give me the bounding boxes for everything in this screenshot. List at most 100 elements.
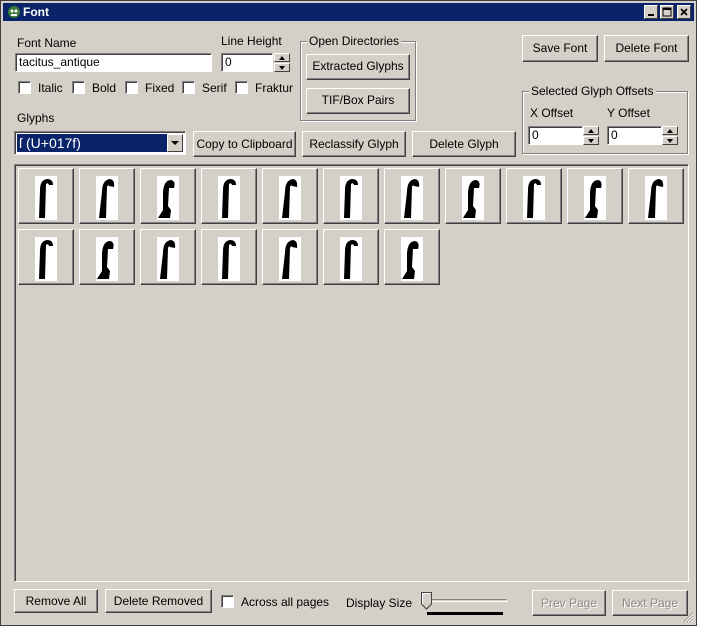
delete-font-button[interactable]: Delete Font xyxy=(604,35,689,62)
y-offset-label: Y Offset xyxy=(607,106,650,120)
glyph-tile[interactable] xyxy=(323,229,379,285)
glyph-select[interactable]: ſ (U+017f) xyxy=(14,131,186,155)
y-offset-spinner[interactable] xyxy=(662,126,678,145)
font-tool-icon xyxy=(8,6,20,18)
minimize-button[interactable] xyxy=(644,5,658,19)
copy-to-clipboard-button[interactable]: Copy to Clipboard xyxy=(193,131,296,157)
glyph-image xyxy=(35,176,57,220)
glyph-tile[interactable] xyxy=(384,168,440,224)
glyph-tile[interactable] xyxy=(445,168,501,224)
serif-label: Serif xyxy=(202,81,227,95)
spin-up-button[interactable] xyxy=(583,126,599,135)
glyph-tile[interactable] xyxy=(140,229,196,285)
slider-track xyxy=(423,599,507,602)
glyph-tile[interactable] xyxy=(79,229,135,285)
glyph-image xyxy=(279,176,301,220)
minimize-icon xyxy=(648,14,654,16)
glyph-tile[interactable] xyxy=(262,168,318,224)
glyph-tile[interactable] xyxy=(323,168,379,224)
glyph-image xyxy=(401,176,423,220)
arrow-down-icon xyxy=(588,139,594,143)
delete-glyph-button[interactable]: Delete Glyph xyxy=(412,131,516,157)
spin-down-button[interactable] xyxy=(583,136,599,145)
glyph-image xyxy=(523,176,545,220)
glyph-image xyxy=(340,176,362,220)
glyph-tile[interactable] xyxy=(79,168,135,224)
spin-up-button[interactable] xyxy=(274,53,290,62)
spin-down-button[interactable] xyxy=(662,136,678,145)
remove-all-button[interactable]: Remove All xyxy=(14,589,98,613)
x-offset-spinner[interactable] xyxy=(583,126,599,145)
prev-page-button[interactable]: Prev Page xyxy=(532,590,606,616)
maximize-icon xyxy=(662,7,672,17)
tif-box-pairs-button[interactable]: TIF/Box Pairs xyxy=(306,88,410,114)
glyph-image xyxy=(96,176,118,220)
glyph-image xyxy=(584,176,606,220)
glyph-grid xyxy=(14,164,689,582)
glyph-tile[interactable] xyxy=(628,168,684,224)
arrow-up-icon xyxy=(667,129,673,133)
glyph-select-dropdown[interactable] xyxy=(167,134,183,152)
glyph-tile[interactable] xyxy=(140,168,196,224)
glyph-image xyxy=(35,237,57,281)
title-bar[interactable]: Font xyxy=(3,3,694,21)
save-font-button[interactable]: Save Font xyxy=(522,35,598,62)
glyph-image xyxy=(157,176,179,220)
x-offset-input[interactable]: 0 xyxy=(528,126,583,145)
line-height-spinner[interactable] xyxy=(274,53,290,72)
glyph-tile[interactable] xyxy=(506,168,562,224)
maximize-button[interactable] xyxy=(660,5,674,19)
close-button[interactable] xyxy=(677,5,691,19)
slider-thumb[interactable] xyxy=(421,592,432,610)
x-offset-label: X Offset xyxy=(530,106,574,120)
y-offset-input[interactable]: 0 xyxy=(607,126,662,145)
window-title: Font xyxy=(23,5,49,19)
glyph-tile[interactable] xyxy=(262,229,318,285)
glyph-tile[interactable] xyxy=(384,229,440,285)
delete-removed-button[interactable]: Delete Removed xyxy=(105,589,212,613)
spin-up-button[interactable] xyxy=(662,126,678,135)
glyph-tile[interactable] xyxy=(201,229,257,285)
across-all-pages-checkbox[interactable] xyxy=(221,595,234,608)
arrow-down-icon xyxy=(279,66,285,70)
bold-checkbox[interactable] xyxy=(72,81,85,94)
glyph-image xyxy=(340,237,362,281)
glyph-image xyxy=(645,176,667,220)
glyph-tile[interactable] xyxy=(18,229,74,285)
across-all-pages-label: Across all pages xyxy=(241,595,330,609)
glyph-tile[interactable] xyxy=(18,168,74,224)
spin-down-button[interactable] xyxy=(274,63,290,72)
arrow-down-icon xyxy=(667,139,673,143)
fixed-checkbox[interactable] xyxy=(125,81,138,94)
fraktur-checkbox[interactable] xyxy=(235,81,248,94)
arrow-up-icon xyxy=(279,56,285,60)
glyph-image xyxy=(218,237,240,281)
line-height-label: Line Height xyxy=(221,34,282,48)
glyphs-label: Glyphs xyxy=(17,111,55,125)
open-directories-title: Open Directories xyxy=(307,34,402,48)
italic-checkbox[interactable] xyxy=(18,81,31,94)
display-size-label: Display Size xyxy=(346,596,413,610)
arrow-up-icon xyxy=(588,129,594,133)
extracted-glyphs-button[interactable]: Extracted Glyphs xyxy=(306,54,410,80)
serif-checkbox[interactable] xyxy=(182,81,195,94)
glyph-tile[interactable] xyxy=(567,168,623,224)
glyph-image xyxy=(401,237,423,281)
glyph-image xyxy=(96,237,118,281)
line-height-input[interactable]: 0 xyxy=(221,53,273,72)
font-name-input[interactable]: tacitus_antique xyxy=(15,53,212,72)
slider-tick-line xyxy=(427,612,503,615)
close-icon xyxy=(680,8,688,16)
glyph-image xyxy=(157,237,179,281)
next-page-button[interactable]: Next Page xyxy=(612,590,688,616)
resize-grip-icon[interactable] xyxy=(682,611,694,623)
fraktur-label: Fraktur xyxy=(255,81,294,95)
italic-label: Italic xyxy=(38,81,63,95)
glyph-image xyxy=(218,176,240,220)
reclassify-glyph-button[interactable]: Reclassify Glyph xyxy=(302,131,406,157)
glyph-select-value: ſ (U+017f) xyxy=(17,134,167,152)
bold-label: Bold xyxy=(92,81,117,95)
display-size-slider[interactable] xyxy=(419,590,511,620)
glyph-tile[interactable] xyxy=(201,168,257,224)
glyph-image xyxy=(279,237,301,281)
